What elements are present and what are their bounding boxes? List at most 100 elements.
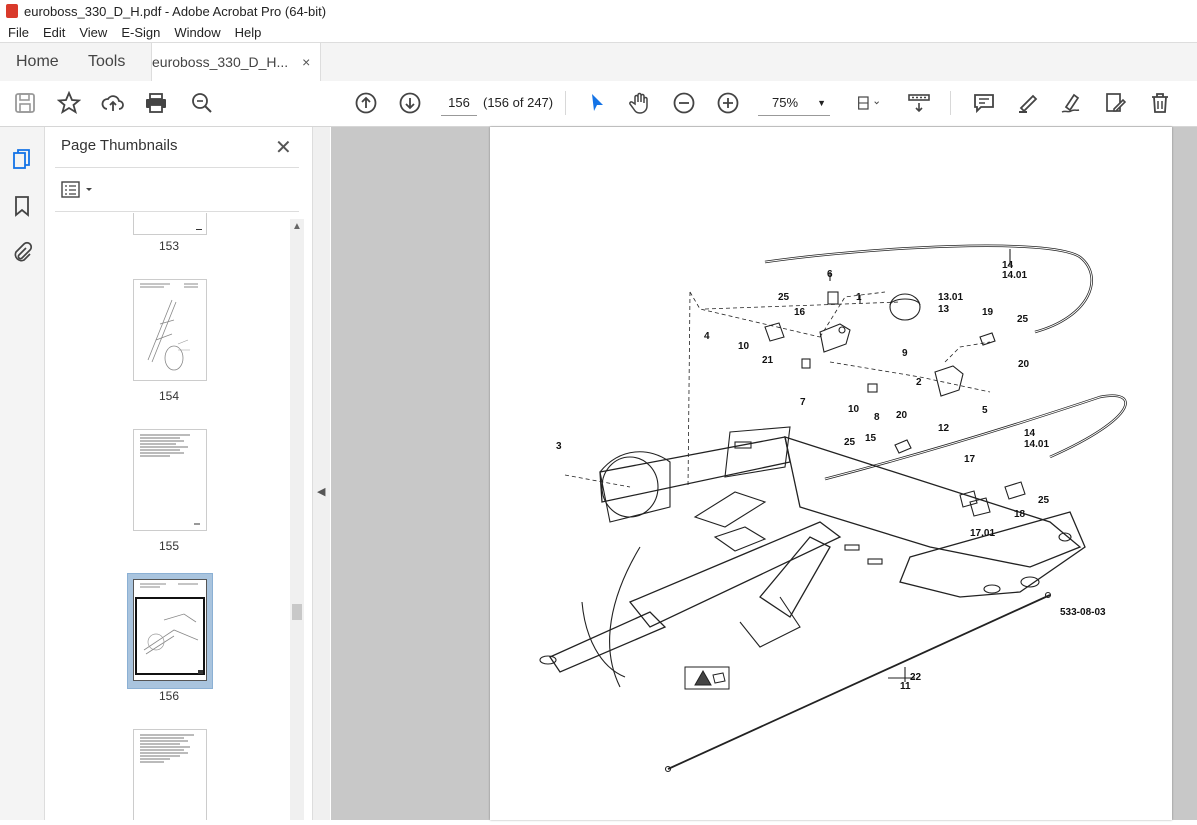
part-callout: 6 [827, 269, 833, 280]
panel-divider [55, 211, 299, 212]
menu-help[interactable]: Help [235, 25, 262, 40]
pdf-page: 1 2 3 4 5 6 7 8 9 10 10 11 12 13.01 13 14 14.01 14 14.01 15… [490, 127, 1172, 820]
menu-file[interactable]: File [8, 25, 29, 40]
part-callout: 3 [556, 441, 562, 452]
thumbnail-parts-list [140, 734, 194, 763]
zoom-level-select[interactable]: 75% ▼ [758, 91, 830, 116]
delete-icon [1152, 93, 1168, 113]
pages-icon [13, 149, 30, 169]
part-callout: 7 [800, 397, 806, 408]
part-callout: 25 [1017, 314, 1029, 325]
page-thumbnail-155[interactable] [133, 429, 207, 531]
toolbar: 156 (156 of 247) 75% ▼ [0, 81, 1197, 127]
part-callout: 16 [794, 307, 806, 318]
acrobat-icon [6, 4, 18, 18]
drawing-code-label: 533-08-03 [1060, 607, 1106, 618]
page-thumbnail-153[interactable] [133, 213, 207, 235]
page-thumbnail-157[interactable] [133, 729, 207, 820]
page-fit-icon [858, 96, 880, 110]
bookmark-icon [15, 196, 29, 217]
warning-decal [684, 666, 730, 690]
part-callout: 10 [848, 404, 860, 415]
page-fit-button[interactable] [850, 90, 886, 116]
part-callout: 8 [874, 412, 880, 423]
part-callout: 13 [938, 304, 950, 315]
page-thumbnails-panel: Page Thumbnails ✕ 153 154 155 156 ▲ [45, 127, 313, 820]
tab-tools[interactable]: Tools [88, 43, 125, 81]
thumbnail-label: 156 [158, 689, 180, 703]
zoom-in-button[interactable] [715, 90, 741, 116]
part-callout: 22 [910, 672, 922, 683]
part-callout: 17.01 [970, 528, 995, 539]
part-callout: 10 [738, 341, 750, 352]
zoom-out-icon [673, 92, 695, 114]
thumbnail-label: 154 [158, 389, 180, 403]
bookmark-star-button[interactable] [56, 90, 82, 116]
title-bar: euroboss_330_D_H.pdf - Adobe Acrobat Pro… [0, 0, 1197, 22]
share-button[interactable] [100, 90, 126, 116]
comment-button[interactable] [971, 90, 997, 116]
delete-button[interactable] [1147, 90, 1173, 116]
print-button[interactable] [143, 90, 169, 116]
panel-title: Page Thumbnails [61, 137, 178, 154]
print-icon [146, 93, 166, 113]
chevron-down-icon: ▼ [817, 98, 826, 108]
document-viewer[interactable]: 1 2 3 4 5 6 7 8 9 10 10 11 12 13.01 13 14 14.01 14 14.01 15… [331, 127, 1197, 820]
toolbar-divider [565, 91, 566, 115]
attachments-button[interactable] [11, 241, 33, 263]
next-page-button[interactable] [397, 90, 423, 116]
highlight-button[interactable] [1015, 90, 1041, 116]
scrollbar-thumb[interactable] [292, 604, 302, 620]
zoom-level-value: 75% [772, 95, 799, 110]
page-number-input[interactable]: 156 [441, 91, 477, 116]
edit-pdf-button[interactable] [1103, 90, 1129, 116]
select-tool-button[interactable] [584, 90, 610, 116]
page-thumbnail-156[interactable] [133, 579, 207, 681]
part-callout: 9 [902, 348, 908, 359]
hand-icon [629, 92, 648, 114]
menu-esign[interactable]: E-Sign [121, 25, 160, 40]
menu-window[interactable]: Window [174, 25, 220, 40]
thumbnail-label: 155 [158, 539, 180, 553]
part-callout: 19 [982, 307, 994, 318]
thumbnail-label: 153 [158, 239, 180, 253]
page-thumbnail-154[interactable] [133, 279, 207, 381]
window-title: euroboss_330_D_H.pdf - Adobe Acrobat Pro… [24, 3, 327, 19]
thumbnail-options-button[interactable] [61, 181, 95, 199]
thumbnail-list: 153 154 155 156 [45, 213, 290, 820]
bookmarks-button[interactable] [11, 195, 33, 217]
zoom-out-button[interactable] [671, 90, 697, 116]
hand-tool-button[interactable] [627, 90, 653, 116]
find-button[interactable] [189, 90, 215, 116]
thumbnail-scrollbar[interactable]: ▲ [290, 219, 304, 820]
scroll-mode-button[interactable] [906, 90, 932, 116]
save-icon [15, 93, 35, 113]
sign-icon [1061, 93, 1080, 113]
tab-home[interactable]: Home [16, 43, 59, 81]
scroll-up-arrow-icon[interactable]: ▲ [292, 221, 302, 232]
options-menu-icon [61, 181, 92, 198]
page-up-icon [355, 92, 377, 114]
panel-collapse-handle[interactable]: ◀ [313, 127, 330, 820]
zoom-search-icon [192, 93, 212, 113]
zoom-in-icon [717, 92, 739, 114]
left-navigation-rail [0, 127, 45, 820]
part-callout: 17 [964, 454, 976, 465]
exploded-parts-drawing: 1234567891010111213.01131414.011414.0115… [539, 244, 1127, 773]
panel-close-button[interactable]: ✕ [275, 135, 292, 160]
tab-close-button[interactable]: × [302, 54, 310, 70]
upload-icon [101, 95, 124, 111]
menu-edit[interactable]: Edit [43, 25, 65, 40]
scroll-mode-icon [908, 94, 930, 113]
part-callout: 14.01 [1002, 270, 1027, 281]
tab-document[interactable]: euroboss_330_D_H... × [151, 43, 322, 82]
previous-page-button[interactable] [353, 90, 379, 116]
menu-view[interactable]: View [79, 25, 107, 40]
part-callout: 13.01 [938, 292, 963, 303]
page-count-label: (156 of 247) [483, 95, 554, 110]
part-callout: 18 [1014, 509, 1026, 520]
page-thumbnails-button[interactable] [11, 149, 33, 171]
part-callout: 2 [916, 377, 922, 388]
save-button[interactable] [12, 90, 38, 116]
fill-sign-button[interactable] [1059, 90, 1085, 116]
